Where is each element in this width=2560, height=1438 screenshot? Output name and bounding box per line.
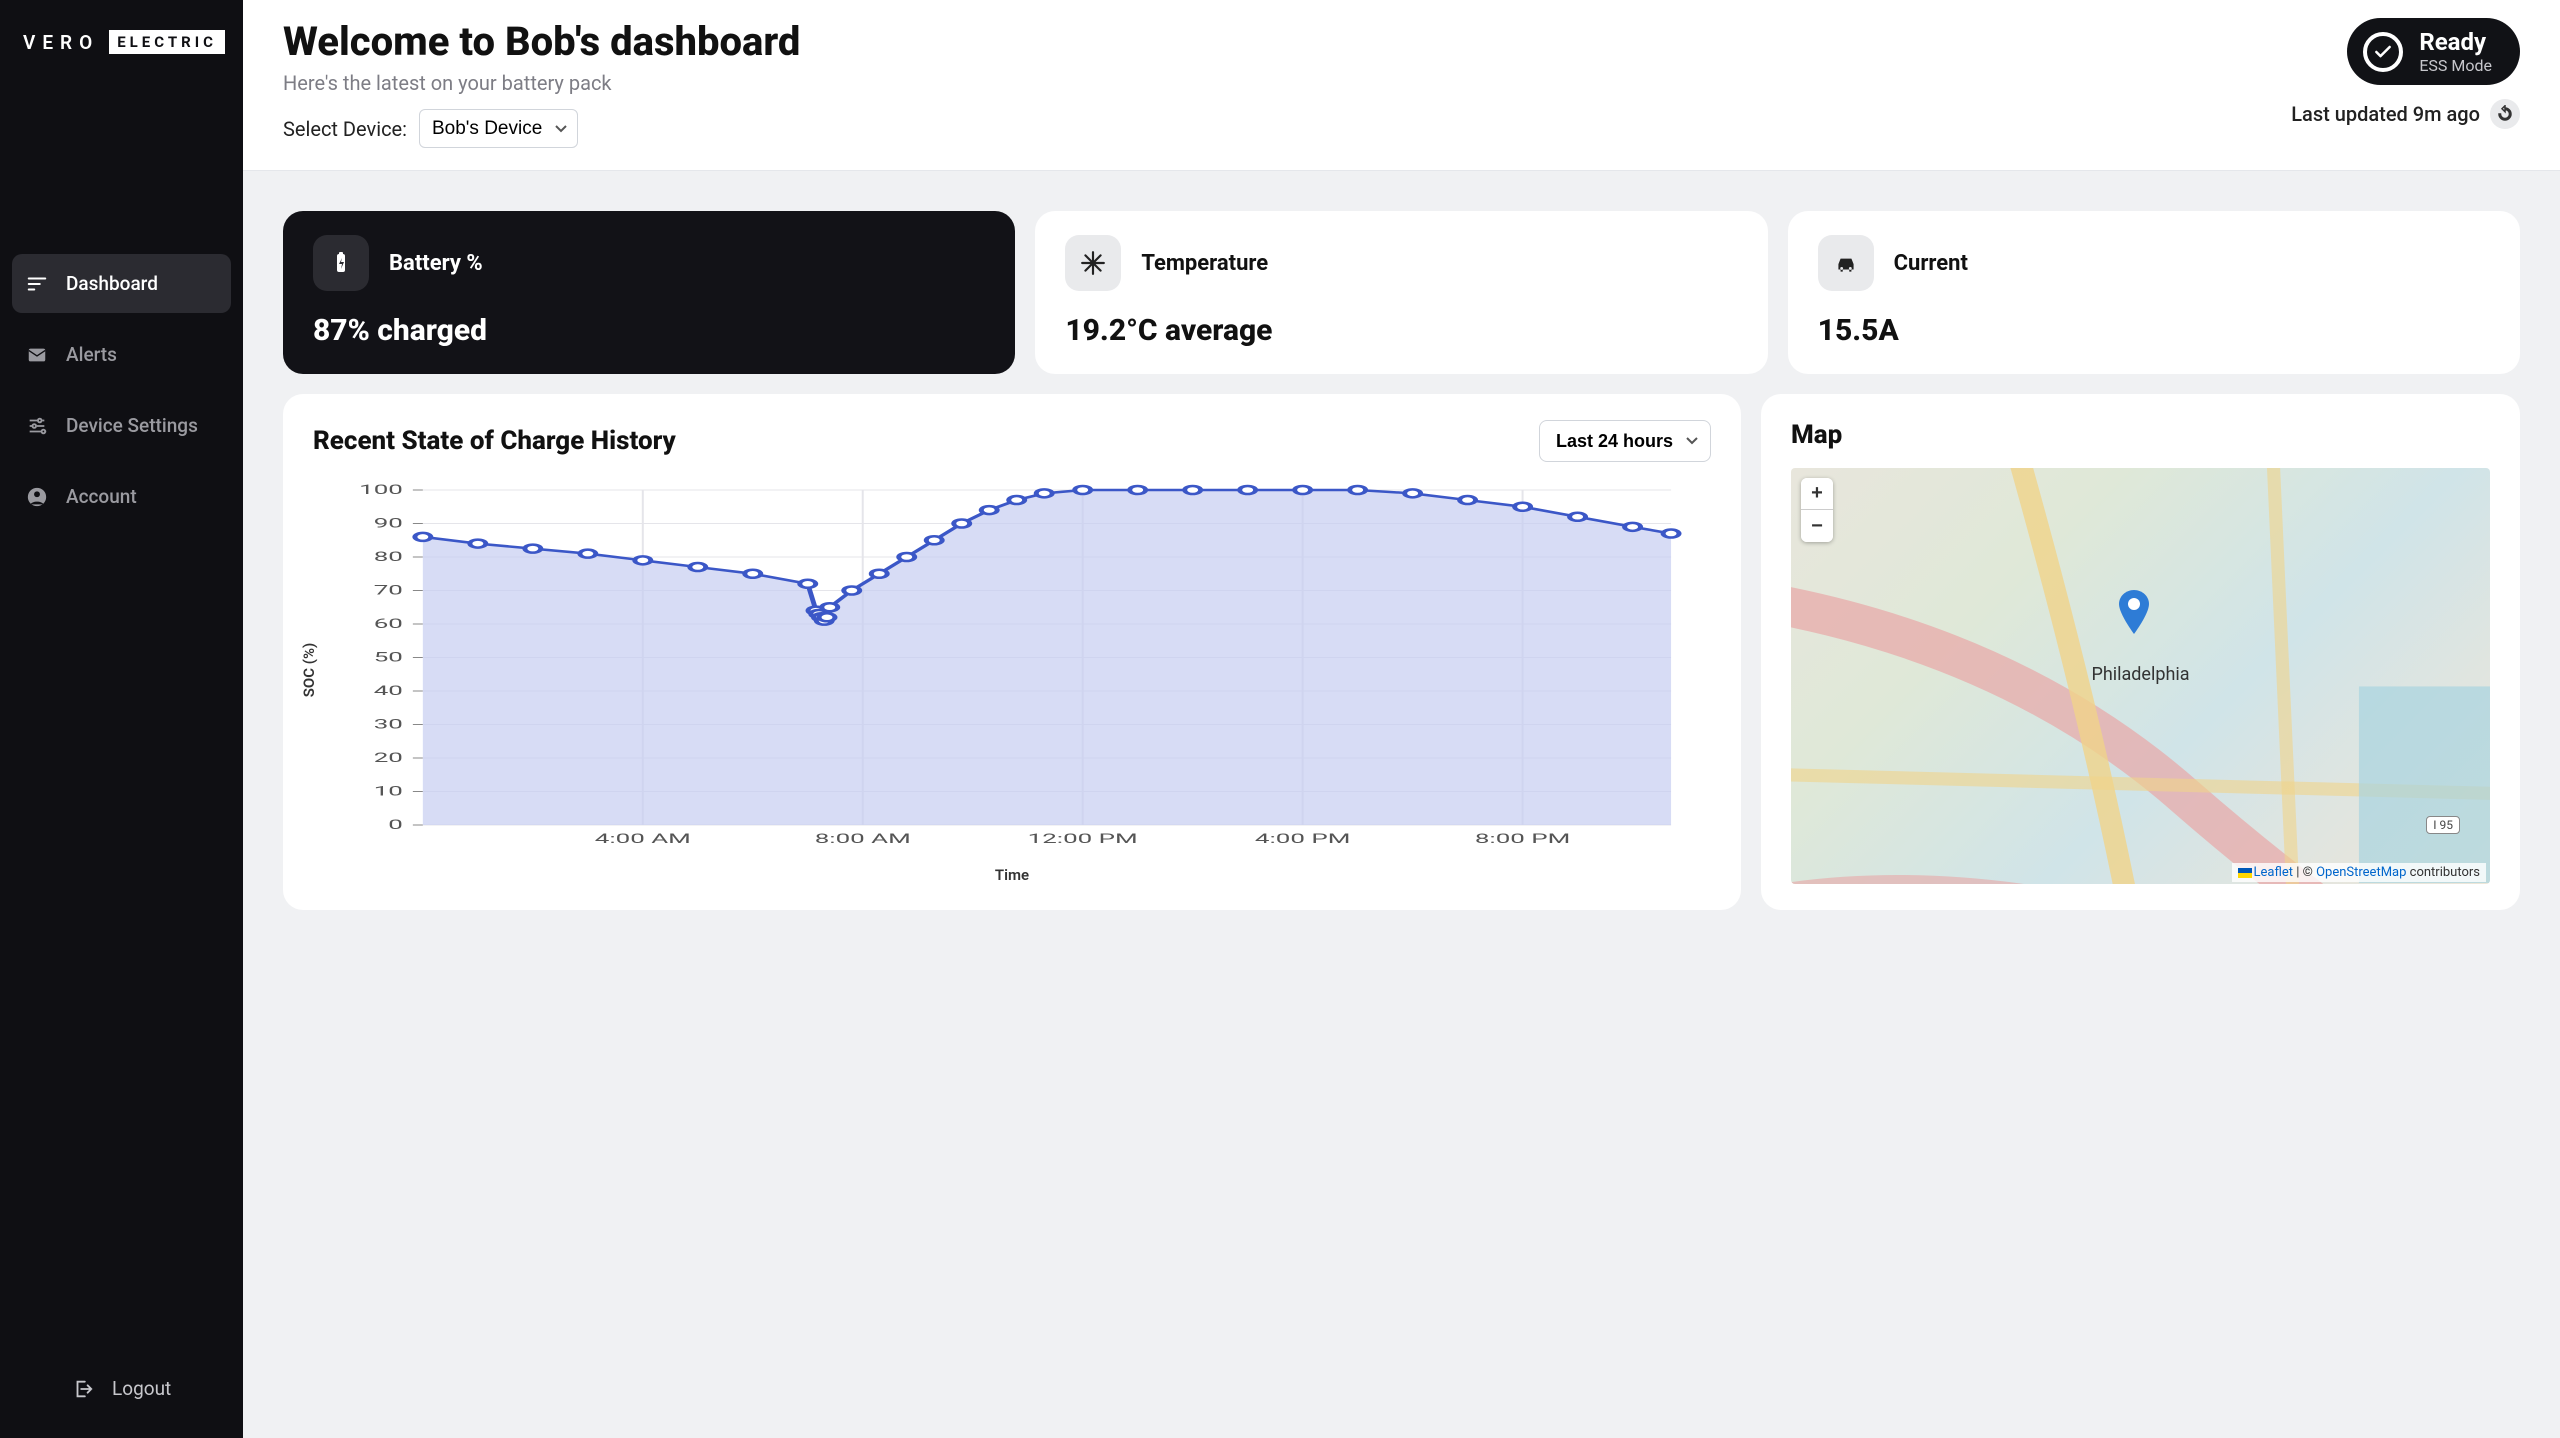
sidebar-item-label: Alerts: [66, 343, 117, 366]
svg-text:20: 20: [374, 751, 403, 766]
card-value: 15.5A: [1818, 313, 2490, 348]
ukraine-flag-icon: [2238, 868, 2252, 878]
zoom-out-button[interactable]: −: [1801, 510, 1833, 542]
soc-chart: 0 10 20 30 40 50 60 70 80 90 100 4:00 AM 8:00 AM 12:0…: [313, 480, 1711, 860]
chart-ylabel: SOC (%): [300, 643, 318, 698]
status-pill: Ready ESS Mode: [2347, 18, 2520, 85]
card-value: 87% charged: [313, 313, 985, 348]
chart-panel: Recent State of Charge History Last 24 h…: [283, 394, 1741, 910]
battery-icon: [313, 235, 369, 291]
svg-text:8:00 AM: 8:00 AM: [815, 832, 911, 847]
sidebar-nav: Dashboard Alerts Device Settings Account: [12, 254, 231, 526]
map-highway-badge: I 95: [2426, 816, 2460, 834]
check-circle-icon: [2363, 32, 2403, 72]
ac-unit-icon: [1065, 235, 1121, 291]
svg-text:100: 100: [359, 483, 403, 498]
leaflet-link[interactable]: Leaflet: [2254, 865, 2294, 880]
logo-text: VERO: [23, 31, 99, 54]
logout-icon: [72, 1378, 94, 1400]
logo: VERO ELECTRIC: [12, 30, 231, 54]
svg-text:4:00 AM: 4:00 AM: [595, 832, 691, 847]
card-title: Current: [1894, 251, 1968, 276]
svg-text:0: 0: [388, 818, 403, 833]
ev-car-icon: [1818, 235, 1874, 291]
mail-icon: [26, 344, 48, 366]
card-title: Temperature: [1141, 251, 1268, 276]
map-attribution: Leaflet | © OpenStreetMap contributors: [2232, 863, 2486, 882]
sidebar-item-device-settings[interactable]: Device Settings: [12, 396, 231, 455]
account-icon: [26, 486, 48, 508]
map-zoom: + −: [1801, 478, 1833, 542]
device-label: Select Device:: [283, 117, 407, 141]
main: Welcome to Bob's dashboard Here's the la…: [243, 0, 2560, 1438]
svg-text:4:00 PM: 4:00 PM: [1255, 832, 1350, 847]
refresh-button[interactable]: [2490, 99, 2520, 129]
card-value: 19.2°C average: [1065, 313, 1737, 348]
sidebar-item-label: Dashboard: [66, 272, 158, 295]
svg-text:40: 40: [374, 684, 403, 699]
last-updated: Last updated 9m ago: [2291, 102, 2480, 126]
svg-text:60: 60: [374, 617, 403, 632]
osm-link[interactable]: OpenStreetMap: [2316, 865, 2406, 880]
sidebar-item-account[interactable]: Account: [12, 467, 231, 526]
logout-label: Logout: [112, 1377, 171, 1400]
svg-text:10: 10: [374, 784, 403, 799]
sidebar-item-alerts[interactable]: Alerts: [12, 325, 231, 384]
map-viewport[interactable]: + − Philadelphia I 95 Leaflet | © OpenSt…: [1791, 468, 2490, 884]
svg-text:12:00 PM: 12:00 PM: [1028, 832, 1138, 847]
card-title: Battery %: [389, 251, 483, 276]
svg-text:8:00 PM: 8:00 PM: [1475, 832, 1570, 847]
sort-icon: [26, 273, 48, 295]
map-title: Map: [1791, 420, 1842, 450]
map-marker-icon[interactable]: [2119, 590, 2149, 634]
map-panel: Map + −: [1761, 394, 2520, 910]
card-battery[interactable]: Battery % 87% charged: [283, 211, 1015, 374]
logo-badge: ELECTRIC: [109, 30, 225, 54]
svg-text:50: 50: [374, 650, 403, 665]
card-current[interactable]: Current 15.5A: [1788, 211, 2520, 374]
device-select[interactable]: Bob's Device: [419, 109, 578, 148]
chart-xlabel: Time: [313, 866, 1711, 884]
status-title: Ready: [2419, 28, 2492, 56]
zoom-in-button[interactable]: +: [1801, 478, 1833, 510]
svg-text:90: 90: [374, 516, 403, 531]
card-temperature[interactable]: Temperature 19.2°C average: [1035, 211, 1767, 374]
page-title: Welcome to Bob's dashboard: [283, 18, 800, 65]
sidebar-item-label: Device Settings: [66, 414, 198, 437]
content: Battery % 87% charged Temperature 19.2°C…: [243, 171, 2560, 1438]
map-city-label: Philadelphia: [2091, 664, 2189, 685]
svg-text:70: 70: [374, 583, 403, 598]
range-select[interactable]: Last 24 hours: [1539, 420, 1711, 462]
chart-title: Recent State of Charge History: [313, 426, 676, 456]
logout-button[interactable]: Logout: [12, 1359, 231, 1418]
svg-text:80: 80: [374, 550, 403, 565]
sidebar: VERO ELECTRIC Dashboard Alerts Device Se…: [0, 0, 243, 1438]
page-subtitle: Here's the latest on your battery pack: [283, 71, 800, 95]
sidebar-item-dashboard[interactable]: Dashboard: [12, 254, 231, 313]
topbar: Welcome to Bob's dashboard Here's the la…: [243, 0, 2560, 171]
status-subtitle: ESS Mode: [2419, 56, 2492, 75]
tune-icon: [26, 415, 48, 437]
sidebar-item-label: Account: [66, 485, 137, 508]
svg-text:30: 30: [374, 717, 403, 732]
